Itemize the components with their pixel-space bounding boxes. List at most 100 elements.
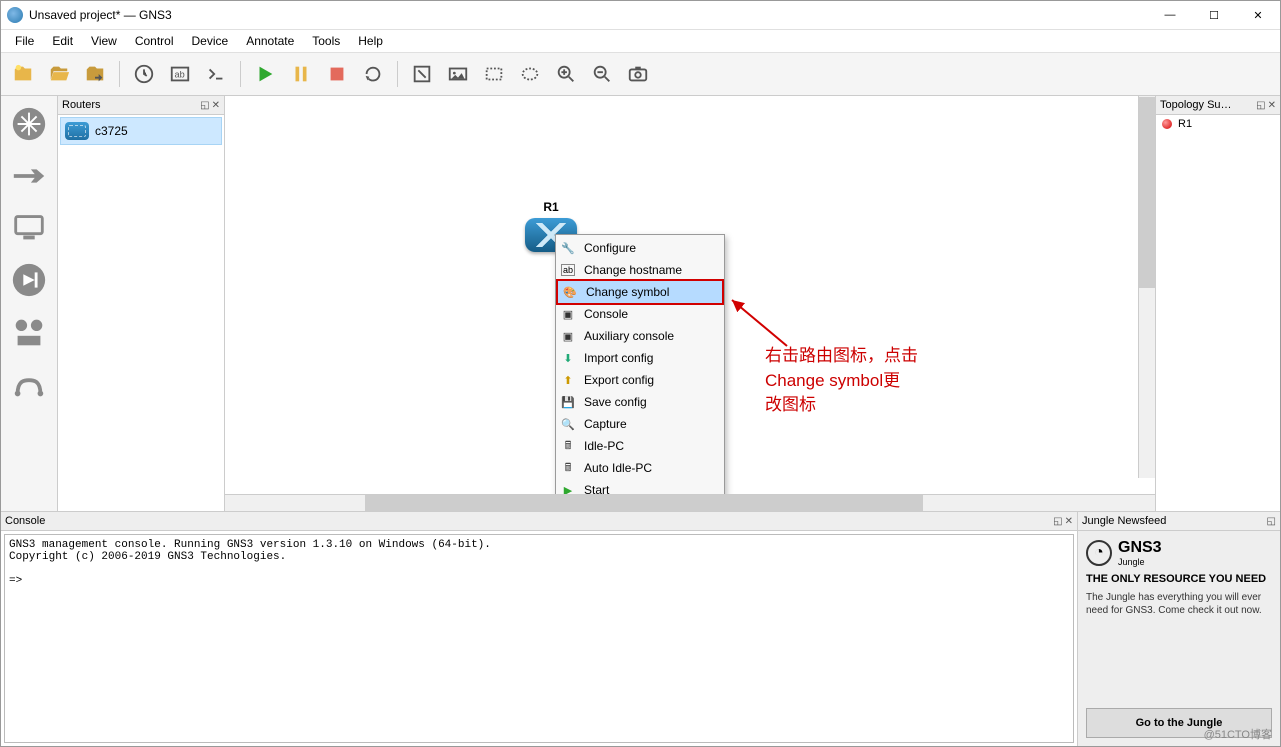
insert-image-button[interactable] (442, 58, 474, 90)
panel-close-icon[interactable]: ✕ (1065, 516, 1073, 527)
calculator-icon: 🖩 (560, 438, 576, 454)
wrench-icon: 🔧 (560, 240, 576, 256)
routers-panel: Routers ◱ ✕ c3725 (58, 96, 225, 511)
canvas-scrollbar-vertical[interactable] (1138, 96, 1155, 478)
cm-capture[interactable]: 🔍Capture (556, 413, 724, 435)
cm-auto-idle-pc[interactable]: 🖩Auto Idle-PC (556, 457, 724, 479)
watermark: @51CTO博客 (1204, 726, 1272, 742)
menu-file[interactable]: File (7, 32, 42, 50)
newsfeed-panel: Jungle Newsfeed ◱ ◔ GNS3 Jungle THE ONLY… (1077, 512, 1280, 746)
capture-icon: 🔍 (560, 416, 576, 432)
svg-text:ab: ab (175, 70, 185, 80)
routers-panel-title: Routers (62, 99, 101, 111)
import-icon: ⬇ (560, 350, 576, 366)
cm-change-hostname[interactable]: abChange hostname (556, 259, 724, 281)
screenshot-button[interactable] (622, 58, 654, 90)
console-output[interactable]: GNS3 management console. Running GNS3 ve… (4, 534, 1074, 743)
annotate-note-button[interactable] (406, 58, 438, 90)
maximize-button[interactable]: ☐ (1192, 1, 1236, 29)
cm-console[interactable]: ▣Console (556, 303, 724, 325)
all-devices-category-button[interactable] (5, 308, 53, 356)
annotation-arrow-icon (722, 296, 802, 356)
canvas[interactable]: R1 🔧Configure abChange hostname 🎨Change … (225, 96, 1155, 494)
topology-panel-header: Topology Su… ◱ ✕ (1156, 96, 1280, 115)
console-all-button[interactable] (200, 58, 232, 90)
main-area: Routers ◱ ✕ c3725 R1 🔧Configure (1, 96, 1280, 511)
snapshot-button[interactable] (128, 58, 160, 90)
minimize-button[interactable]: — (1148, 1, 1192, 29)
draw-ellipse-button[interactable] (514, 58, 546, 90)
aux-console-icon: ▣ (560, 328, 576, 344)
zoom-in-button[interactable] (550, 58, 582, 90)
router-icon (65, 122, 89, 140)
console-panel-title: Console (5, 515, 45, 527)
routers-panel-header: Routers ◱ ✕ (58, 96, 224, 115)
save-icon: 💾 (560, 394, 576, 410)
menu-device[interactable]: Device (184, 32, 237, 50)
panel-undock-icon[interactable]: ◱ (200, 100, 209, 111)
start-all-button[interactable] (249, 58, 281, 90)
routers-category-button[interactable] (5, 100, 53, 148)
router-item-label: c3725 (95, 124, 128, 138)
node-label: R1 (525, 200, 577, 214)
console-panel-header: Console ◱ ✕ (1, 512, 1077, 531)
export-icon: ⬆ (560, 372, 576, 388)
cm-aux-console[interactable]: ▣Auxiliary console (556, 325, 724, 347)
add-link-button[interactable] (5, 360, 53, 408)
menu-help[interactable]: Help (350, 32, 391, 50)
close-button[interactable]: ✕ (1236, 1, 1280, 29)
newsfeed-panel-title: Jungle Newsfeed (1082, 515, 1166, 527)
newsfeed-text: The Jungle has everything you will ever … (1086, 591, 1272, 617)
switches-category-button[interactable] (5, 152, 53, 200)
draw-rectangle-button[interactable] (478, 58, 510, 90)
zoom-out-button[interactable] (586, 58, 618, 90)
context-menu: 🔧Configure abChange hostname 🎨Change sym… (555, 234, 725, 494)
newsfeed-headline: THE ONLY RESOURCE YOU NEED (1086, 573, 1272, 585)
cm-idle-pc[interactable]: 🖩Idle-PC (556, 435, 724, 457)
topology-item[interactable]: R1 (1156, 115, 1280, 133)
titlebar: Unsaved project* — GNS3 — ☐ ✕ (1, 1, 1280, 30)
panel-undock-icon[interactable]: ◱ (1267, 516, 1276, 527)
menubar: File Edit View Control Device Annotate T… (1, 30, 1280, 53)
canvas-scrollbar-horizontal[interactable] (225, 494, 1155, 511)
suspend-all-button[interactable] (285, 58, 317, 90)
new-project-button[interactable] (7, 58, 39, 90)
menu-annotate[interactable]: Annotate (238, 32, 302, 50)
window-title: Unsaved project* — GNS3 (29, 8, 172, 22)
reload-all-button[interactable] (357, 58, 389, 90)
menu-edit[interactable]: Edit (44, 32, 81, 50)
open-project-button[interactable] (43, 58, 75, 90)
cm-configure[interactable]: 🔧Configure (556, 237, 724, 259)
panel-undock-icon[interactable]: ◱ (1256, 100, 1265, 111)
end-devices-category-button[interactable] (5, 204, 53, 252)
save-project-button[interactable] (79, 58, 111, 90)
cm-start[interactable]: ▶Start (556, 479, 724, 494)
console-icon: ▣ (560, 306, 576, 322)
app-window: Unsaved project* — GNS3 — ☐ ✕ File Edit … (0, 0, 1281, 747)
toolbar: ab (1, 53, 1280, 96)
topology-item-label: R1 (1178, 118, 1192, 130)
router-list-item[interactable]: c3725 (60, 117, 222, 145)
cm-import-config[interactable]: ⬇Import config (556, 347, 724, 369)
panel-close-icon[interactable]: ✕ (1268, 100, 1276, 111)
canvas-wrap: R1 🔧Configure abChange hostname 🎨Change … (225, 96, 1155, 511)
cm-save-config[interactable]: 💾Save config (556, 391, 724, 413)
palette-icon: 🎨 (562, 284, 578, 300)
cm-export-config[interactable]: ⬆Export config (556, 369, 724, 391)
security-devices-category-button[interactable] (5, 256, 53, 304)
panel-close-icon[interactable]: ✕ (212, 100, 220, 111)
menu-control[interactable]: Control (127, 32, 182, 50)
hostname-icon: ab (560, 262, 576, 278)
panel-undock-icon[interactable]: ◱ (1053, 516, 1062, 527)
menu-tools[interactable]: Tools (304, 32, 348, 50)
menu-view[interactable]: View (83, 32, 125, 50)
calculator-icon: 🖩 (560, 460, 576, 476)
stop-all-button[interactable] (321, 58, 353, 90)
newsfeed-panel-header: Jungle Newsfeed ◱ (1078, 512, 1280, 531)
show-interface-labels-button[interactable]: ab (164, 58, 196, 90)
newsfeed-logo: ◔ GNS3 Jungle (1086, 539, 1272, 567)
cm-change-symbol[interactable]: 🎨Change symbol (556, 279, 724, 305)
topology-panel-title: Topology Su… (1160, 99, 1232, 111)
bottom-area: Console ◱ ✕ GNS3 management console. Run… (1, 511, 1280, 746)
play-icon: ▶ (560, 482, 576, 494)
